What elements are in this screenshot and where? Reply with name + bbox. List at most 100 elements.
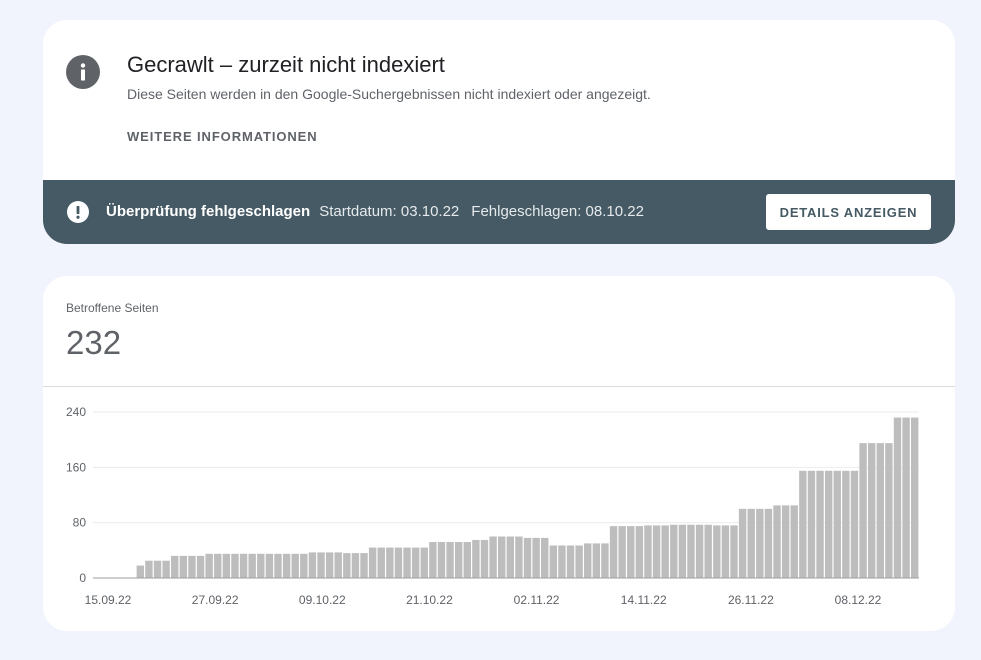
chart-bar bbox=[859, 443, 867, 578]
x-tick-label: 09.10.22 bbox=[299, 593, 346, 607]
chart-bar bbox=[257, 553, 265, 578]
chart-bar bbox=[609, 526, 618, 578]
chart-bar bbox=[713, 525, 721, 578]
chart-bar bbox=[721, 525, 730, 578]
chart-bar bbox=[411, 547, 420, 578]
chart-bar bbox=[850, 470, 859, 578]
chart-bar bbox=[687, 524, 695, 578]
chart-bar bbox=[575, 545, 583, 578]
x-tick-label: 02.11.22 bbox=[514, 593, 560, 607]
chart-bar bbox=[386, 547, 394, 578]
chart-bar bbox=[695, 524, 704, 578]
chart-bar bbox=[867, 443, 876, 578]
chart-bar bbox=[196, 555, 205, 578]
y-tick-label: 160 bbox=[66, 460, 86, 474]
validation-status-bar: Überprüfung fehlgeschlagen Startdatum: 03… bbox=[43, 180, 955, 244]
affected-pages-card: Betroffene Seiten 232 240 160 80 0 15.09.22 2… bbox=[43, 276, 955, 631]
chart-bar bbox=[790, 505, 798, 578]
y-tick-label: 240 bbox=[66, 405, 86, 419]
y-tick-label: 0 bbox=[79, 571, 86, 585]
chart-bar bbox=[910, 417, 919, 578]
affected-pages-chart: 240 160 80 0 15.09.22 27.09.22 09.10.22 21.10.2… bbox=[66, 405, 919, 607]
issue-card: Gecrawlt – zurzeit nicht indexiert Diese… bbox=[43, 20, 955, 244]
chart-bar bbox=[618, 526, 626, 578]
x-tick-label: 14.11.22 bbox=[621, 593, 667, 607]
chart-bar bbox=[592, 543, 601, 578]
more-info-link[interactable]: WEITERE INFORMATIONEN bbox=[127, 129, 318, 144]
chart-bar bbox=[136, 565, 145, 578]
failed-date: Fehlgeschlagen: 08.10.22 bbox=[471, 203, 644, 220]
chart-bar bbox=[394, 547, 403, 578]
chart-bar bbox=[902, 417, 910, 578]
chart-bar bbox=[799, 470, 807, 578]
chart-bar bbox=[506, 536, 515, 578]
chart-bar bbox=[214, 553, 222, 578]
chart-bar bbox=[343, 553, 351, 578]
status-text: Überprüfung fehlgeschlagen Startdatum: 03… bbox=[106, 203, 644, 220]
chart-bar bbox=[876, 443, 884, 578]
chart-bar bbox=[532, 537, 540, 578]
chart-bar bbox=[300, 553, 308, 578]
chart-bar bbox=[523, 537, 532, 578]
details-button[interactable]: DETAILS ANZEIGEN bbox=[766, 194, 931, 230]
chart-bar bbox=[239, 553, 248, 578]
chart-bar bbox=[351, 553, 360, 578]
chart-bar bbox=[446, 542, 454, 578]
chart-bar bbox=[549, 545, 558, 578]
chart-bar bbox=[807, 470, 816, 578]
chart-bar bbox=[601, 543, 609, 578]
chart-bar bbox=[317, 552, 325, 578]
chart-bar bbox=[171, 555, 179, 578]
x-tick-label: 15.09.22 bbox=[85, 593, 132, 607]
chart-bar bbox=[308, 552, 317, 578]
chart-bar bbox=[153, 560, 162, 578]
chart-bar bbox=[781, 505, 790, 578]
chart-bar bbox=[231, 553, 239, 578]
exclamation-icon bbox=[67, 201, 89, 223]
start-date: Startdatum: 03.10.22 bbox=[319, 203, 460, 220]
chart-bar bbox=[833, 470, 841, 578]
chart-bar bbox=[738, 508, 747, 578]
chart-bar bbox=[472, 539, 480, 578]
chart-bar bbox=[635, 526, 644, 578]
chart-bar bbox=[360, 553, 368, 578]
chart-bar bbox=[885, 443, 893, 578]
chart-bar bbox=[816, 470, 824, 578]
chart-bar bbox=[463, 542, 471, 578]
x-tick-label: 27.09.22 bbox=[192, 593, 239, 607]
chart-bar bbox=[188, 555, 196, 578]
chart-bar bbox=[368, 547, 377, 578]
chart-bar bbox=[661, 525, 669, 578]
chart-bar bbox=[627, 526, 635, 578]
chart-bar bbox=[454, 542, 463, 578]
status-label: Überprüfung fehlgeschlagen bbox=[106, 203, 311, 220]
chart-bar bbox=[274, 553, 282, 578]
chart-bar bbox=[489, 536, 497, 578]
chart-bar bbox=[756, 508, 764, 578]
chart-bar bbox=[730, 525, 738, 578]
chart-bar bbox=[893, 417, 902, 578]
x-tick-label: 26.11.22 bbox=[728, 593, 774, 607]
chart-bar bbox=[704, 524, 712, 578]
chart-bar bbox=[334, 552, 342, 578]
chart-bar bbox=[584, 543, 592, 578]
x-tick-label: 21.10.22 bbox=[406, 593, 453, 607]
chart-bar bbox=[824, 470, 833, 578]
chart-bar bbox=[480, 539, 489, 578]
chart-bar bbox=[644, 525, 652, 578]
chart-bar bbox=[678, 524, 687, 578]
chart-bar bbox=[541, 537, 549, 578]
info-icon bbox=[66, 55, 100, 89]
chart-bar bbox=[325, 552, 334, 578]
x-tick-label: 08.12.22 bbox=[835, 593, 882, 607]
chart-bar bbox=[282, 553, 291, 578]
chart-bar bbox=[222, 553, 231, 578]
chart-bar bbox=[403, 547, 411, 578]
chart-bar bbox=[652, 525, 661, 578]
chart-bar bbox=[566, 545, 575, 578]
chart-bar bbox=[145, 560, 153, 578]
y-tick-label: 80 bbox=[73, 516, 87, 530]
issue-title: Gecrawlt – zurzeit nicht indexiert bbox=[127, 52, 445, 77]
chart-bar bbox=[205, 553, 213, 578]
chart-bar bbox=[842, 470, 850, 578]
